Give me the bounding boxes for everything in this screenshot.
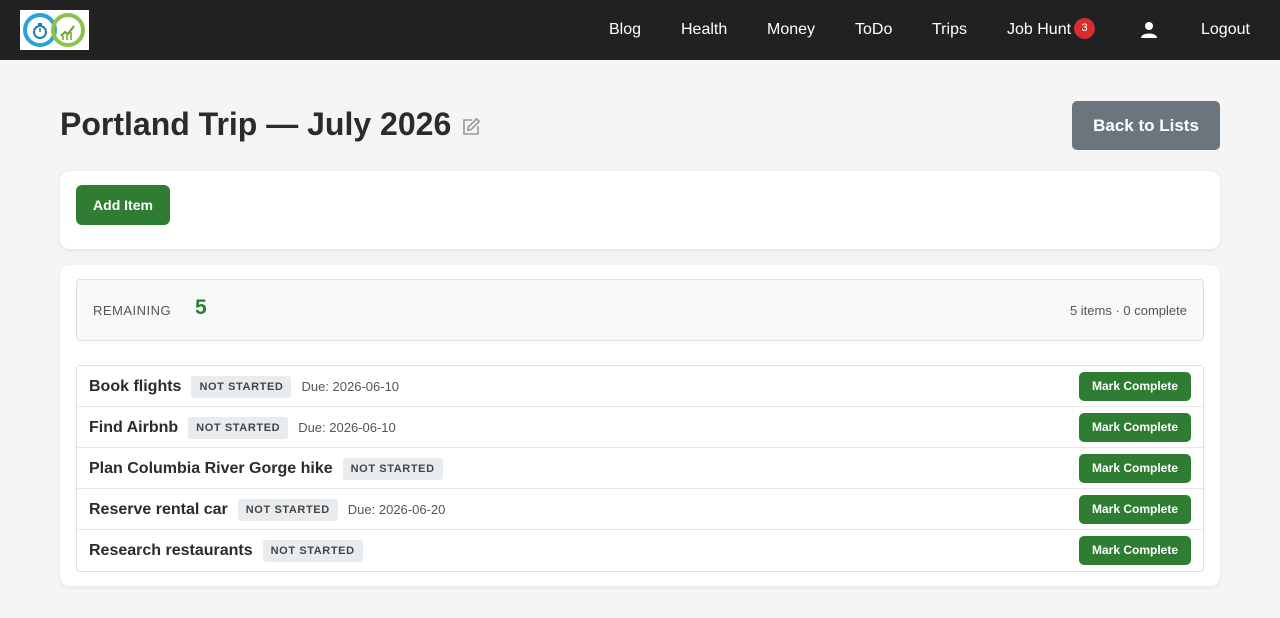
item-title: Plan Columbia River Gorge hike xyxy=(89,459,333,477)
status-badge: NOT STARTED xyxy=(342,457,443,480)
navbar: Blog Health Money ToDo Trips Job Hunt 3 L… xyxy=(0,0,1280,60)
list-item: Book flights NOT STARTED Due: 2026-06-10… xyxy=(77,366,1203,407)
item-title: Book flights xyxy=(89,377,182,395)
due-date: Due: 2026-06-20 xyxy=(347,502,446,517)
add-item-button[interactable]: Add Item xyxy=(76,185,170,225)
nav-link-blog[interactable]: Blog xyxy=(609,0,641,60)
mark-complete-button[interactable]: Mark Complete xyxy=(1079,495,1191,524)
remaining-label: REMAINING xyxy=(93,303,172,318)
status-badge: NOT STARTED xyxy=(188,416,289,439)
status-badge: NOT STARTED xyxy=(262,539,363,562)
nav-link-todo[interactable]: ToDo xyxy=(855,0,892,60)
nav-link-money[interactable]: Money xyxy=(767,0,815,60)
item-count-summary: 5 items · 0 complete xyxy=(1069,303,1187,318)
logo-icon[interactable] xyxy=(20,10,89,50)
list-item: Plan Columbia River Gorge hike NOT START… xyxy=(77,448,1203,489)
pencil-edit-icon[interactable] xyxy=(461,117,481,137)
back-to-lists-button[interactable]: Back to Lists xyxy=(1072,101,1220,150)
items-card: REMAINING 5 5 items · 0 complete Book fl… xyxy=(60,265,1220,586)
page-title: Portland Trip — July 2026 xyxy=(60,106,452,142)
remaining-count: 5 xyxy=(195,296,207,319)
actions-card: Add Item xyxy=(60,171,1220,249)
list-item: Reserve rental car NOT STARTED Due: 2026… xyxy=(77,489,1203,530)
nav-link-trips[interactable]: Trips xyxy=(932,0,967,60)
mark-complete-button[interactable]: Mark Complete xyxy=(1079,372,1191,401)
summary-panel: REMAINING 5 5 items · 0 complete xyxy=(76,279,1204,341)
logout-link[interactable]: Logout xyxy=(1201,0,1250,60)
mark-complete-button[interactable]: Mark Complete xyxy=(1079,454,1191,483)
todo-list: Book flights NOT STARTED Due: 2026-06-10… xyxy=(76,365,1204,572)
notification-badge: 3 xyxy=(1074,18,1096,40)
status-badge: NOT STARTED xyxy=(237,498,338,521)
due-date: Due: 2026-06-10 xyxy=(301,379,400,394)
list-item: Research restaurants NOT STARTED Mark Co… xyxy=(77,530,1203,571)
mark-complete-button[interactable]: Mark Complete xyxy=(1079,536,1191,565)
nav-link-job-hunt[interactable]: Job Hunt 3 xyxy=(1007,0,1096,60)
status-badge: NOT STARTED xyxy=(191,375,292,398)
mark-complete-button[interactable]: Mark Complete xyxy=(1079,413,1191,442)
list-item: Find Airbnb NOT STARTED Due: 2026-06-10 … xyxy=(77,407,1203,448)
user-icon[interactable] xyxy=(1140,21,1158,39)
nav-link-job-hunt-label: Job Hunt xyxy=(1007,21,1072,38)
due-date: Due: 2026-06-10 xyxy=(298,420,396,435)
nav-link-health[interactable]: Health xyxy=(681,0,727,60)
item-title: Reserve rental car xyxy=(89,500,228,518)
item-title: Research restaurants xyxy=(89,541,253,559)
item-title: Find Airbnb xyxy=(89,418,179,436)
